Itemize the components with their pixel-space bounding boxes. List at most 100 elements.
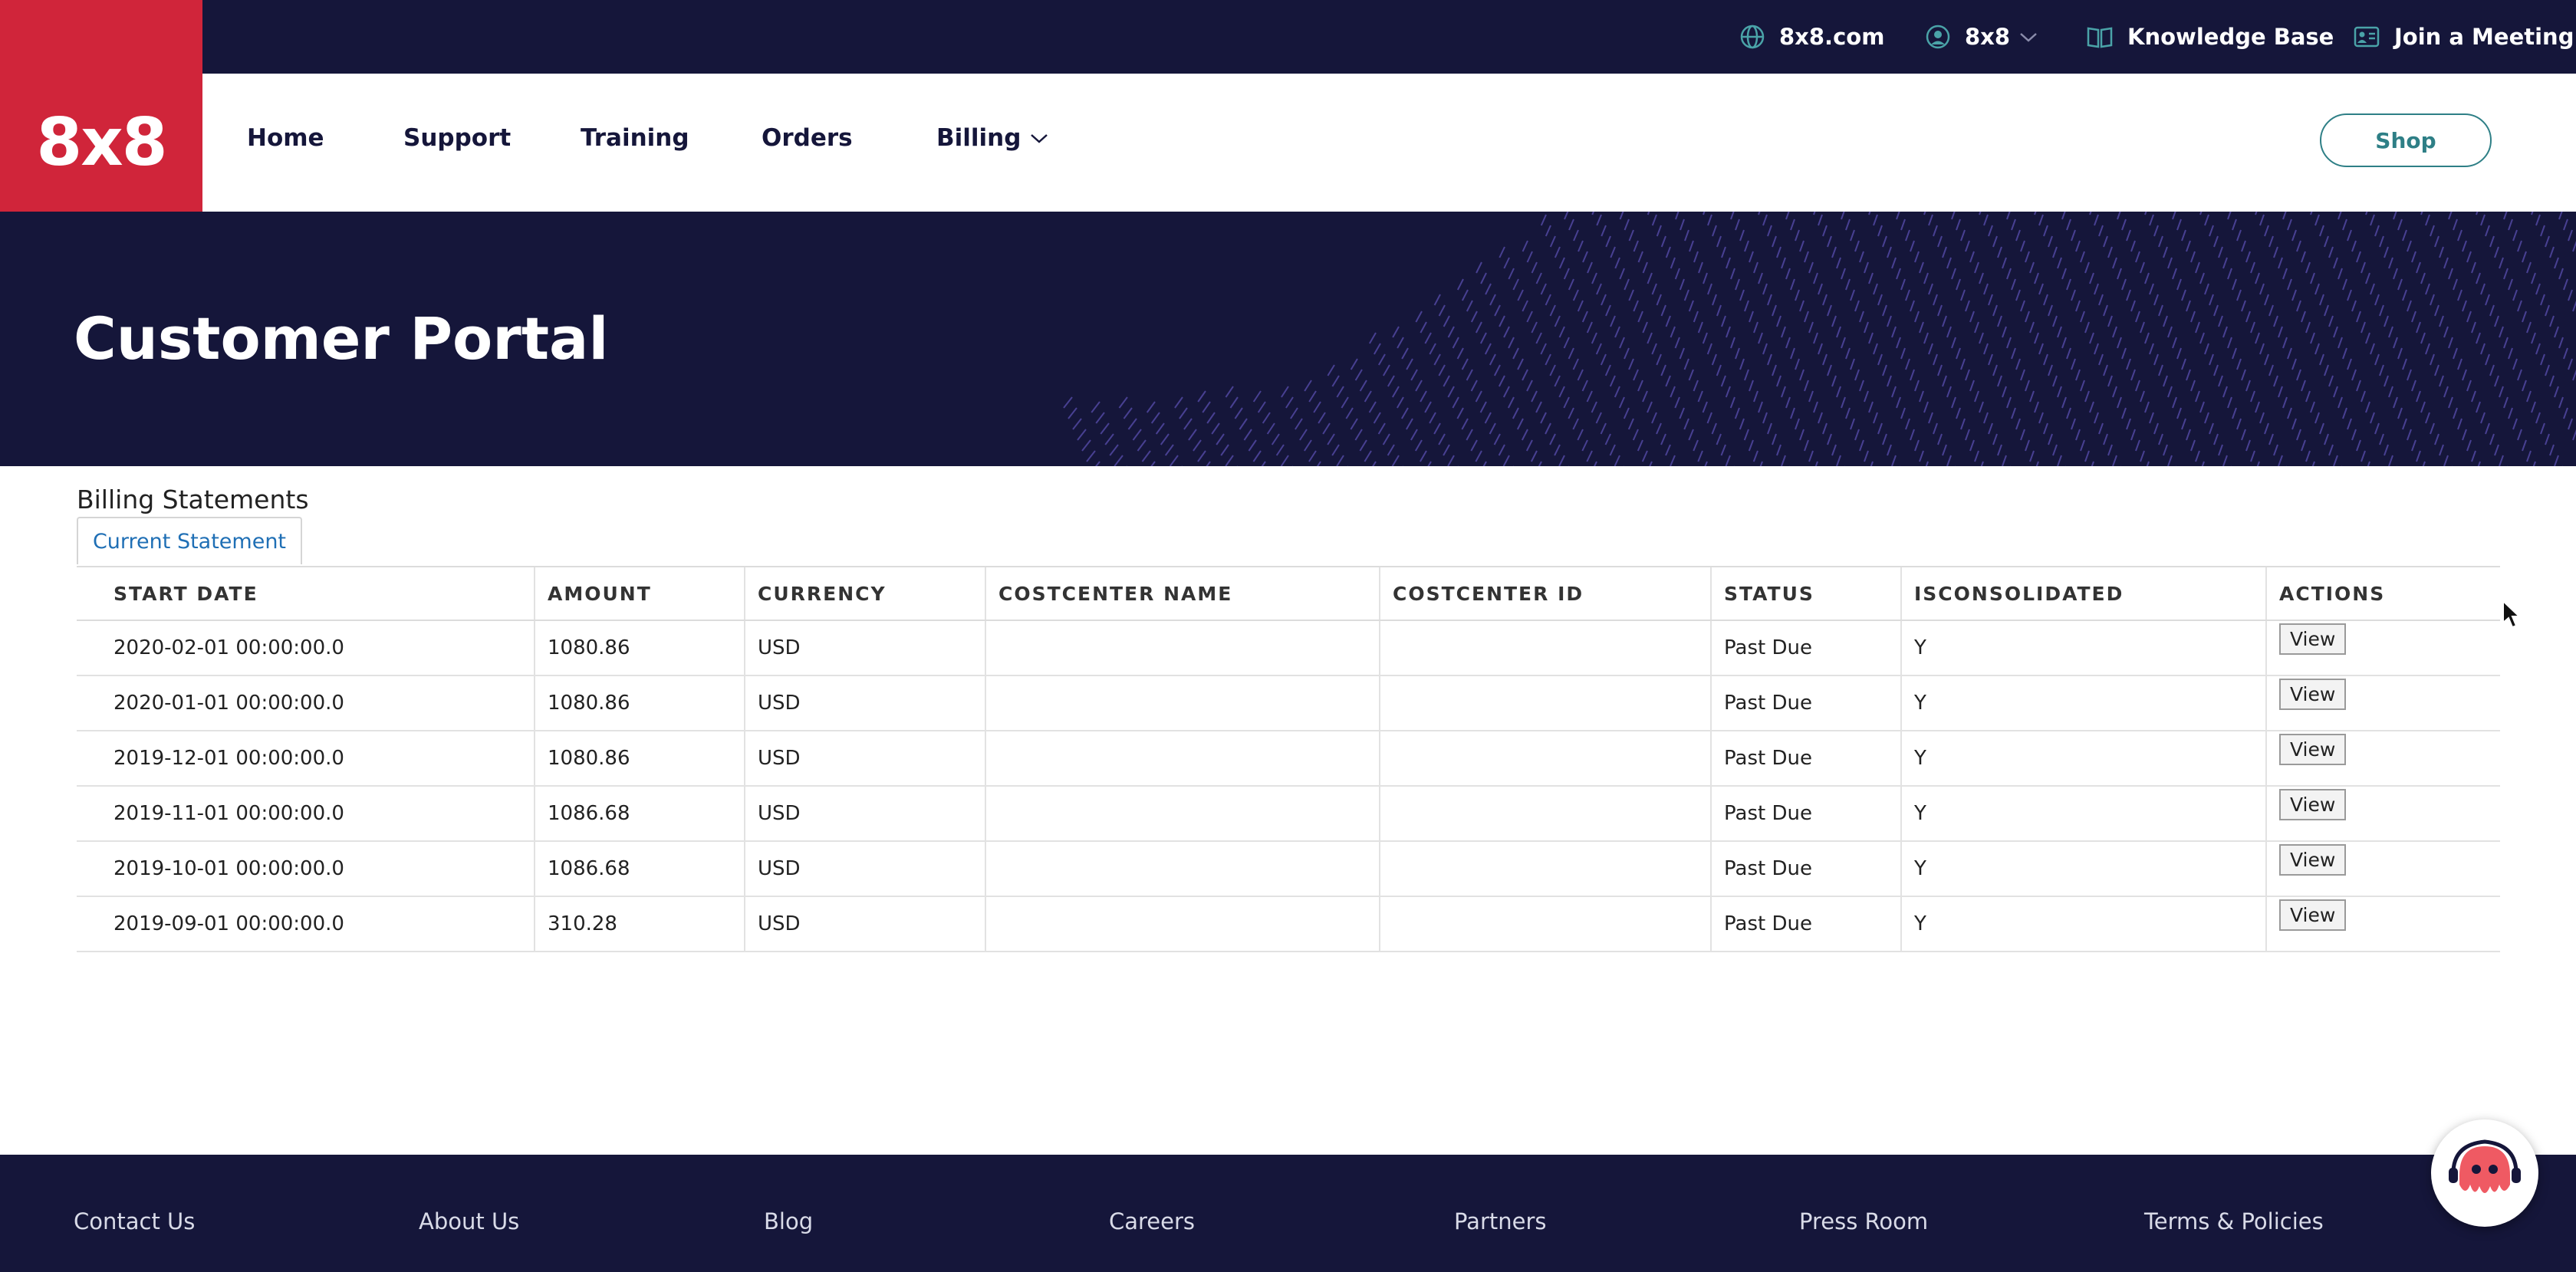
hero-pattern-dash [2522, 311, 2527, 323]
hero-pattern-dash [1628, 289, 1634, 301]
hero-pattern-dash [2264, 294, 2269, 306]
hero-pattern-dash [2494, 375, 2499, 387]
nav-home[interactable]: Home [247, 124, 324, 152]
hero-pattern-dash [2466, 380, 2472, 392]
footer-careers[interactable]: Careers [1109, 1208, 1195, 1234]
hero-pattern-dash [2066, 278, 2071, 291]
hero-pattern-dash [1447, 326, 1455, 338]
hero-pattern-dash [1077, 429, 1087, 441]
brand-logo[interactable]: 8x8 [0, 0, 202, 212]
hero-pattern-dash [1633, 240, 1639, 252]
hero-pattern-dash [1942, 315, 1947, 327]
hero-pattern-dash [2328, 375, 2334, 387]
hero-pattern-dash [2282, 268, 2288, 280]
cell-costcenter-id [1379, 841, 1711, 897]
hero-pattern-dash [1799, 300, 1805, 312]
footer-contact-us[interactable]: Contact Us [74, 1208, 195, 1234]
hero-pattern-dash [2416, 390, 2421, 403]
hero-pattern-dash [2425, 343, 2430, 355]
footer-terms-policies[interactable]: Terms & Policies [2144, 1208, 2324, 1234]
hero-pattern-dash [2038, 412, 2044, 424]
hero-pattern-dash [1554, 444, 1561, 456]
hero-pattern-dash [2314, 283, 2320, 295]
hero-pattern-dash [2393, 337, 2398, 349]
view-statement-button[interactable]: View [2279, 623, 2347, 655]
hero-pattern-dash [1767, 422, 1772, 435]
table-header-row: START DATE AMOUNT CURRENCY COSTCENTER NA… [77, 566, 2500, 621]
hero-pattern-dash [2397, 347, 2403, 360]
hero-pattern-dash [2195, 261, 2200, 274]
view-statement-button[interactable]: View [2279, 899, 2347, 931]
view-statement-button[interactable]: View [2279, 733, 2347, 765]
hero-pattern-dash [2420, 272, 2426, 284]
hero-pattern-dash [1767, 294, 1772, 306]
view-statement-button[interactable]: View [2279, 678, 2347, 710]
hero-pattern-dash [2379, 433, 2384, 445]
hero-pattern-dash [2034, 272, 2039, 284]
footer: Contact Us About Us Blog Careers Partner… [0, 1155, 2576, 1272]
hero-pattern-dash [2209, 225, 2214, 237]
join-meeting-link[interactable]: Join a Meeting [2353, 20, 2574, 54]
chatbot-button[interactable] [2431, 1119, 2538, 1227]
nav-training[interactable]: Training [581, 124, 689, 152]
hero-pattern-dash [2218, 375, 2223, 387]
hero-pattern-dash [1619, 337, 1625, 349]
hero-pattern-dash [1697, 390, 1703, 403]
hero-pattern-dash [2535, 283, 2541, 295]
hero-pattern-dash [1456, 278, 1464, 291]
tab-current-statement[interactable]: Current Statement [77, 517, 302, 564]
hero-pattern-dash [1591, 332, 1597, 344]
hero-pattern-dash [1535, 332, 1542, 344]
account-menu[interactable]: 8x8 [1925, 20, 2039, 54]
hero-pattern-dash [1753, 390, 1758, 403]
hero-pattern-dash [1900, 219, 1906, 231]
hero-pattern-dash [1790, 407, 1795, 419]
footer-about-us[interactable]: About Us [419, 1208, 519, 1234]
hero-pattern-dash [2517, 369, 2522, 381]
knowledge-base-link[interactable]: Knowledge Base [2086, 20, 2334, 54]
hero-pattern-dash [1331, 375, 1340, 387]
nav-billing[interactable]: Billing [936, 124, 1050, 152]
footer-partners[interactable]: Partners [1454, 1208, 1547, 1234]
hero-pattern-dash [1466, 429, 1473, 441]
hero-pattern-dash [1956, 347, 1961, 360]
hero-pattern-dash [2218, 315, 2223, 327]
shop-button[interactable]: Shop [2320, 113, 2492, 167]
hero-pattern-dash [2121, 407, 2127, 419]
hero-pattern-dash [1591, 212, 1594, 215]
hero-pattern-dash [2301, 251, 2306, 263]
hero-pattern-dash [1188, 429, 1197, 441]
footer-press-room[interactable]: Press Room [1799, 1208, 1928, 1234]
hero-pattern-dash [2149, 343, 2154, 355]
hero-pattern-dash [1535, 401, 1542, 413]
hero-pattern-dash [2397, 407, 2403, 419]
hero-pattern-dash [2172, 212, 2176, 220]
hero-pattern-dash [2071, 289, 2076, 301]
nav-support[interactable]: Support [403, 124, 511, 152]
site-link[interactable]: 8x8.com [1739, 20, 1884, 54]
hero-pattern-dash [2282, 396, 2288, 409]
nav-orders[interactable]: Orders [762, 124, 853, 152]
hero-pattern-dash [1063, 396, 1073, 409]
hero-pattern-dash [2411, 251, 2416, 263]
hero-pattern-dash [2351, 429, 2357, 441]
view-statement-button[interactable]: View [2279, 788, 2347, 820]
hero-pattern-dash [2333, 326, 2338, 338]
view-statement-button[interactable]: View [2279, 843, 2347, 876]
footer-blog[interactable]: Blog [764, 1208, 813, 1234]
hero-pattern-dash [2268, 433, 2274, 445]
hero-pattern-dash [2112, 386, 2117, 398]
hero-pattern-dash [2002, 455, 2007, 466]
hero-pattern-dash [2296, 300, 2301, 312]
hero-pattern-dash [2554, 455, 2559, 466]
hero-pattern-dash [2494, 246, 2499, 258]
hero-pattern-dash [1683, 289, 1689, 301]
hero-pattern-dash [2319, 422, 2324, 435]
hero-pattern-dash [2020, 300, 2025, 312]
hero-pattern-dash [2422, 461, 2426, 466]
hero-pattern-dash [1702, 401, 1708, 413]
hero-pattern-dash [2186, 429, 2191, 441]
hero-pattern-dash [2020, 240, 2025, 252]
hero-pattern-dash [1577, 300, 1584, 312]
hero-pattern-dash [1956, 219, 1961, 231]
